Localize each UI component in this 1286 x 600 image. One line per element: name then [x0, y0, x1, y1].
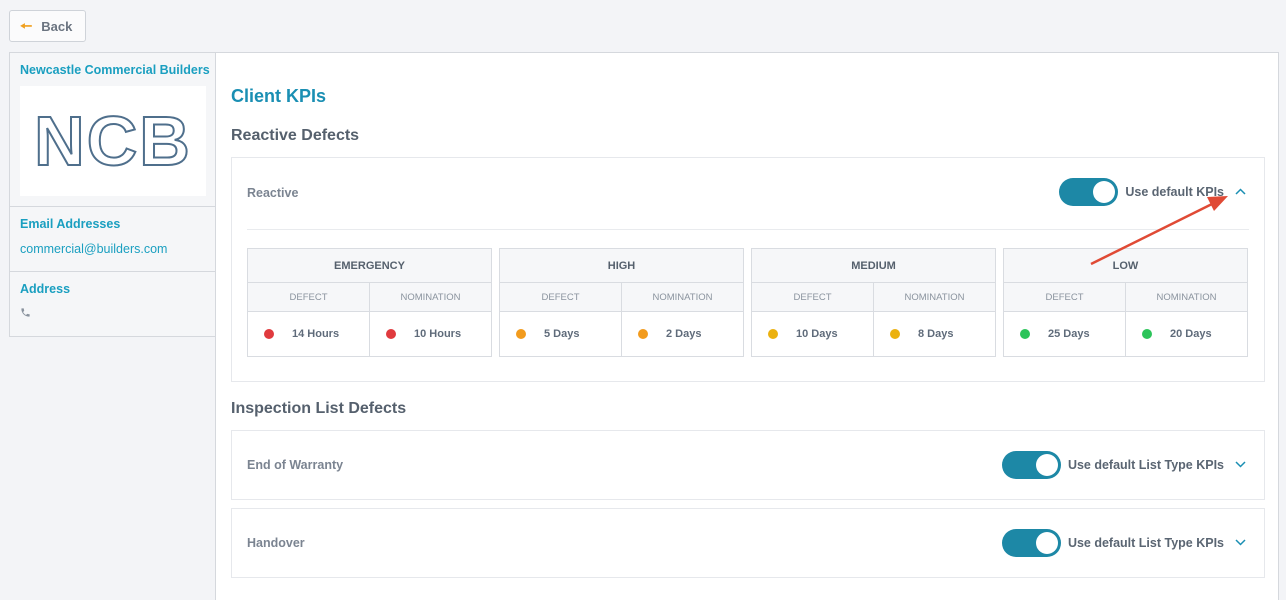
kpi-values: 5 Days 2 Days — [500, 312, 743, 356]
defect-header: DEFECT — [500, 283, 622, 311]
kpi-values: 14 Hours 10 Hours — [248, 312, 491, 356]
defect-cell: 14 Hours — [248, 312, 370, 356]
defect-cell: 10 Days — [752, 312, 874, 356]
nomination-cell: 2 Days — [622, 312, 743, 356]
card-divider — [247, 229, 1249, 230]
handover-card: Handover Use default List Type KPIs — [231, 508, 1265, 578]
nomination-header: NOMINATION — [652, 291, 713, 303]
main-panel: Client KPIs Reactive Defects Reactive Us… — [215, 52, 1279, 600]
end-of-warranty-card: End of Warranty Use default List Type KP… — [231, 430, 1265, 500]
kpi-emergency: EMERGENCY DEFECT NOMINATION 14 Hours 10 … — [247, 248, 492, 357]
kpi-subheader: DEFECT NOMINATION — [248, 283, 491, 312]
nomination-value: 10 Hours — [414, 328, 462, 340]
back-arrow-icon: 🠔 — [20, 18, 33, 34]
kpi-subheader: DEFECT NOMINATION — [752, 283, 995, 312]
status-dot-icon — [1142, 329, 1152, 339]
nomination-header: NOMINATION — [400, 291, 461, 303]
reactive-defects-heading: Reactive Defects — [231, 127, 360, 144]
defect-value: 5 Days — [544, 328, 580, 340]
kpi-subheader: DEFECT NOMINATION — [500, 283, 743, 312]
toggle-knob — [1035, 454, 1058, 476]
client-sidebar: Newcastle Commercial Builders NCB Email … — [9, 52, 216, 337]
email-section: Email Addresses commercial@builders.com — [10, 207, 215, 272]
warranty-toggle-group: Use default List Type KPIs — [1001, 451, 1246, 479]
status-dot-icon — [386, 329, 396, 339]
defect-header: DEFECT — [248, 283, 370, 311]
kpi-header: LOW — [1004, 249, 1247, 283]
use-default-list-type-kpis-toggle[interactable] — [1001, 529, 1061, 557]
email-value[interactable]: commercial@builders.com — [20, 242, 205, 256]
end-of-warranty-label: End of Warranty — [247, 458, 344, 472]
company-name[interactable]: Newcastle Commercial Builders — [20, 63, 210, 77]
status-dot-icon — [768, 329, 778, 339]
company-section: Newcastle Commercial Builders NCB — [10, 53, 215, 207]
kpi-low: LOW DEFECT NOMINATION 25 Days 20 Days — [1003, 248, 1248, 357]
logo-text: NCB — [33, 101, 192, 181]
nomination-cell: 8 Days — [874, 312, 995, 356]
kpi-header: EMERGENCY — [248, 249, 491, 283]
kpi-values: 25 Days 20 Days — [1004, 312, 1247, 356]
nomination-value: 8 Days — [918, 328, 954, 340]
defect-header: DEFECT — [752, 283, 874, 311]
nomination-value: 2 Days — [666, 328, 702, 340]
nomination-header: NOMINATION — [904, 291, 965, 303]
reactive-label: Reactive — [247, 186, 299, 200]
status-dot-icon — [264, 329, 274, 339]
defect-header: DEFECT — [1004, 283, 1126, 311]
handover-label: Handover — [247, 536, 305, 550]
company-logo: NCB — [20, 86, 206, 196]
status-dot-icon — [516, 329, 526, 339]
use-default-kpis-label: Use default KPIs — [1125, 185, 1224, 199]
handover-toggle-group: Use default List Type KPIs — [1001, 529, 1246, 557]
toggle-knob — [1093, 181, 1116, 203]
defect-cell: 25 Days — [1004, 312, 1126, 356]
use-default-kpis-toggle[interactable] — [1059, 178, 1119, 206]
back-button[interactable]: 🠔 Back — [9, 10, 86, 42]
defect-value: 25 Days — [1048, 328, 1090, 340]
chevron-up-icon[interactable] — [1235, 186, 1246, 198]
kpi-grid: EMERGENCY DEFECT NOMINATION 14 Hours 10 … — [247, 248, 1248, 357]
address-title: Address — [20, 282, 71, 296]
chevron-down-icon[interactable] — [1235, 537, 1246, 549]
reactive-toggle-group: Use default KPIs — [1059, 178, 1246, 206]
kpi-values: 10 Days 8 Days — [752, 312, 995, 356]
inspection-defects-heading: Inspection List Defects — [231, 400, 407, 417]
toggle-knob — [1035, 532, 1058, 554]
kpi-high: HIGH DEFECT NOMINATION 5 Days 2 Days — [499, 248, 744, 357]
nomination-cell: 20 Days — [1126, 312, 1247, 356]
kpi-header: HIGH — [500, 249, 743, 283]
kpi-header: MEDIUM — [752, 249, 995, 283]
page-title: Client KPIs — [231, 86, 327, 106]
status-dot-icon — [890, 329, 900, 339]
address-section: Address — [10, 272, 215, 336]
defect-value: 14 Hours — [292, 328, 340, 340]
nomination-header: NOMINATION — [1156, 291, 1217, 303]
email-title: Email Addresses — [20, 217, 121, 231]
use-default-list-type-kpis-toggle[interactable] — [1001, 451, 1061, 479]
use-default-list-type-kpis-label: Use default List Type KPIs — [1067, 458, 1224, 472]
kpi-medium: MEDIUM DEFECT NOMINATION 10 Days 8 Days — [751, 248, 996, 357]
nomination-value: 20 Days — [1170, 328, 1212, 340]
kpi-subheader: DEFECT NOMINATION — [1004, 283, 1247, 312]
status-dot-icon — [1020, 329, 1030, 339]
phone-icon — [20, 307, 205, 321]
chevron-down-icon[interactable] — [1235, 459, 1246, 471]
back-label: Back — [41, 18, 73, 34]
defect-value: 10 Days — [796, 328, 838, 340]
reactive-card: Reactive Use default KPIs EMERGENCY DEFE… — [231, 157, 1265, 382]
status-dot-icon — [638, 329, 648, 339]
nomination-cell: 10 Hours — [370, 312, 491, 356]
use-default-list-type-kpis-label: Use default List Type KPIs — [1067, 536, 1224, 550]
defect-cell: 5 Days — [500, 312, 622, 356]
